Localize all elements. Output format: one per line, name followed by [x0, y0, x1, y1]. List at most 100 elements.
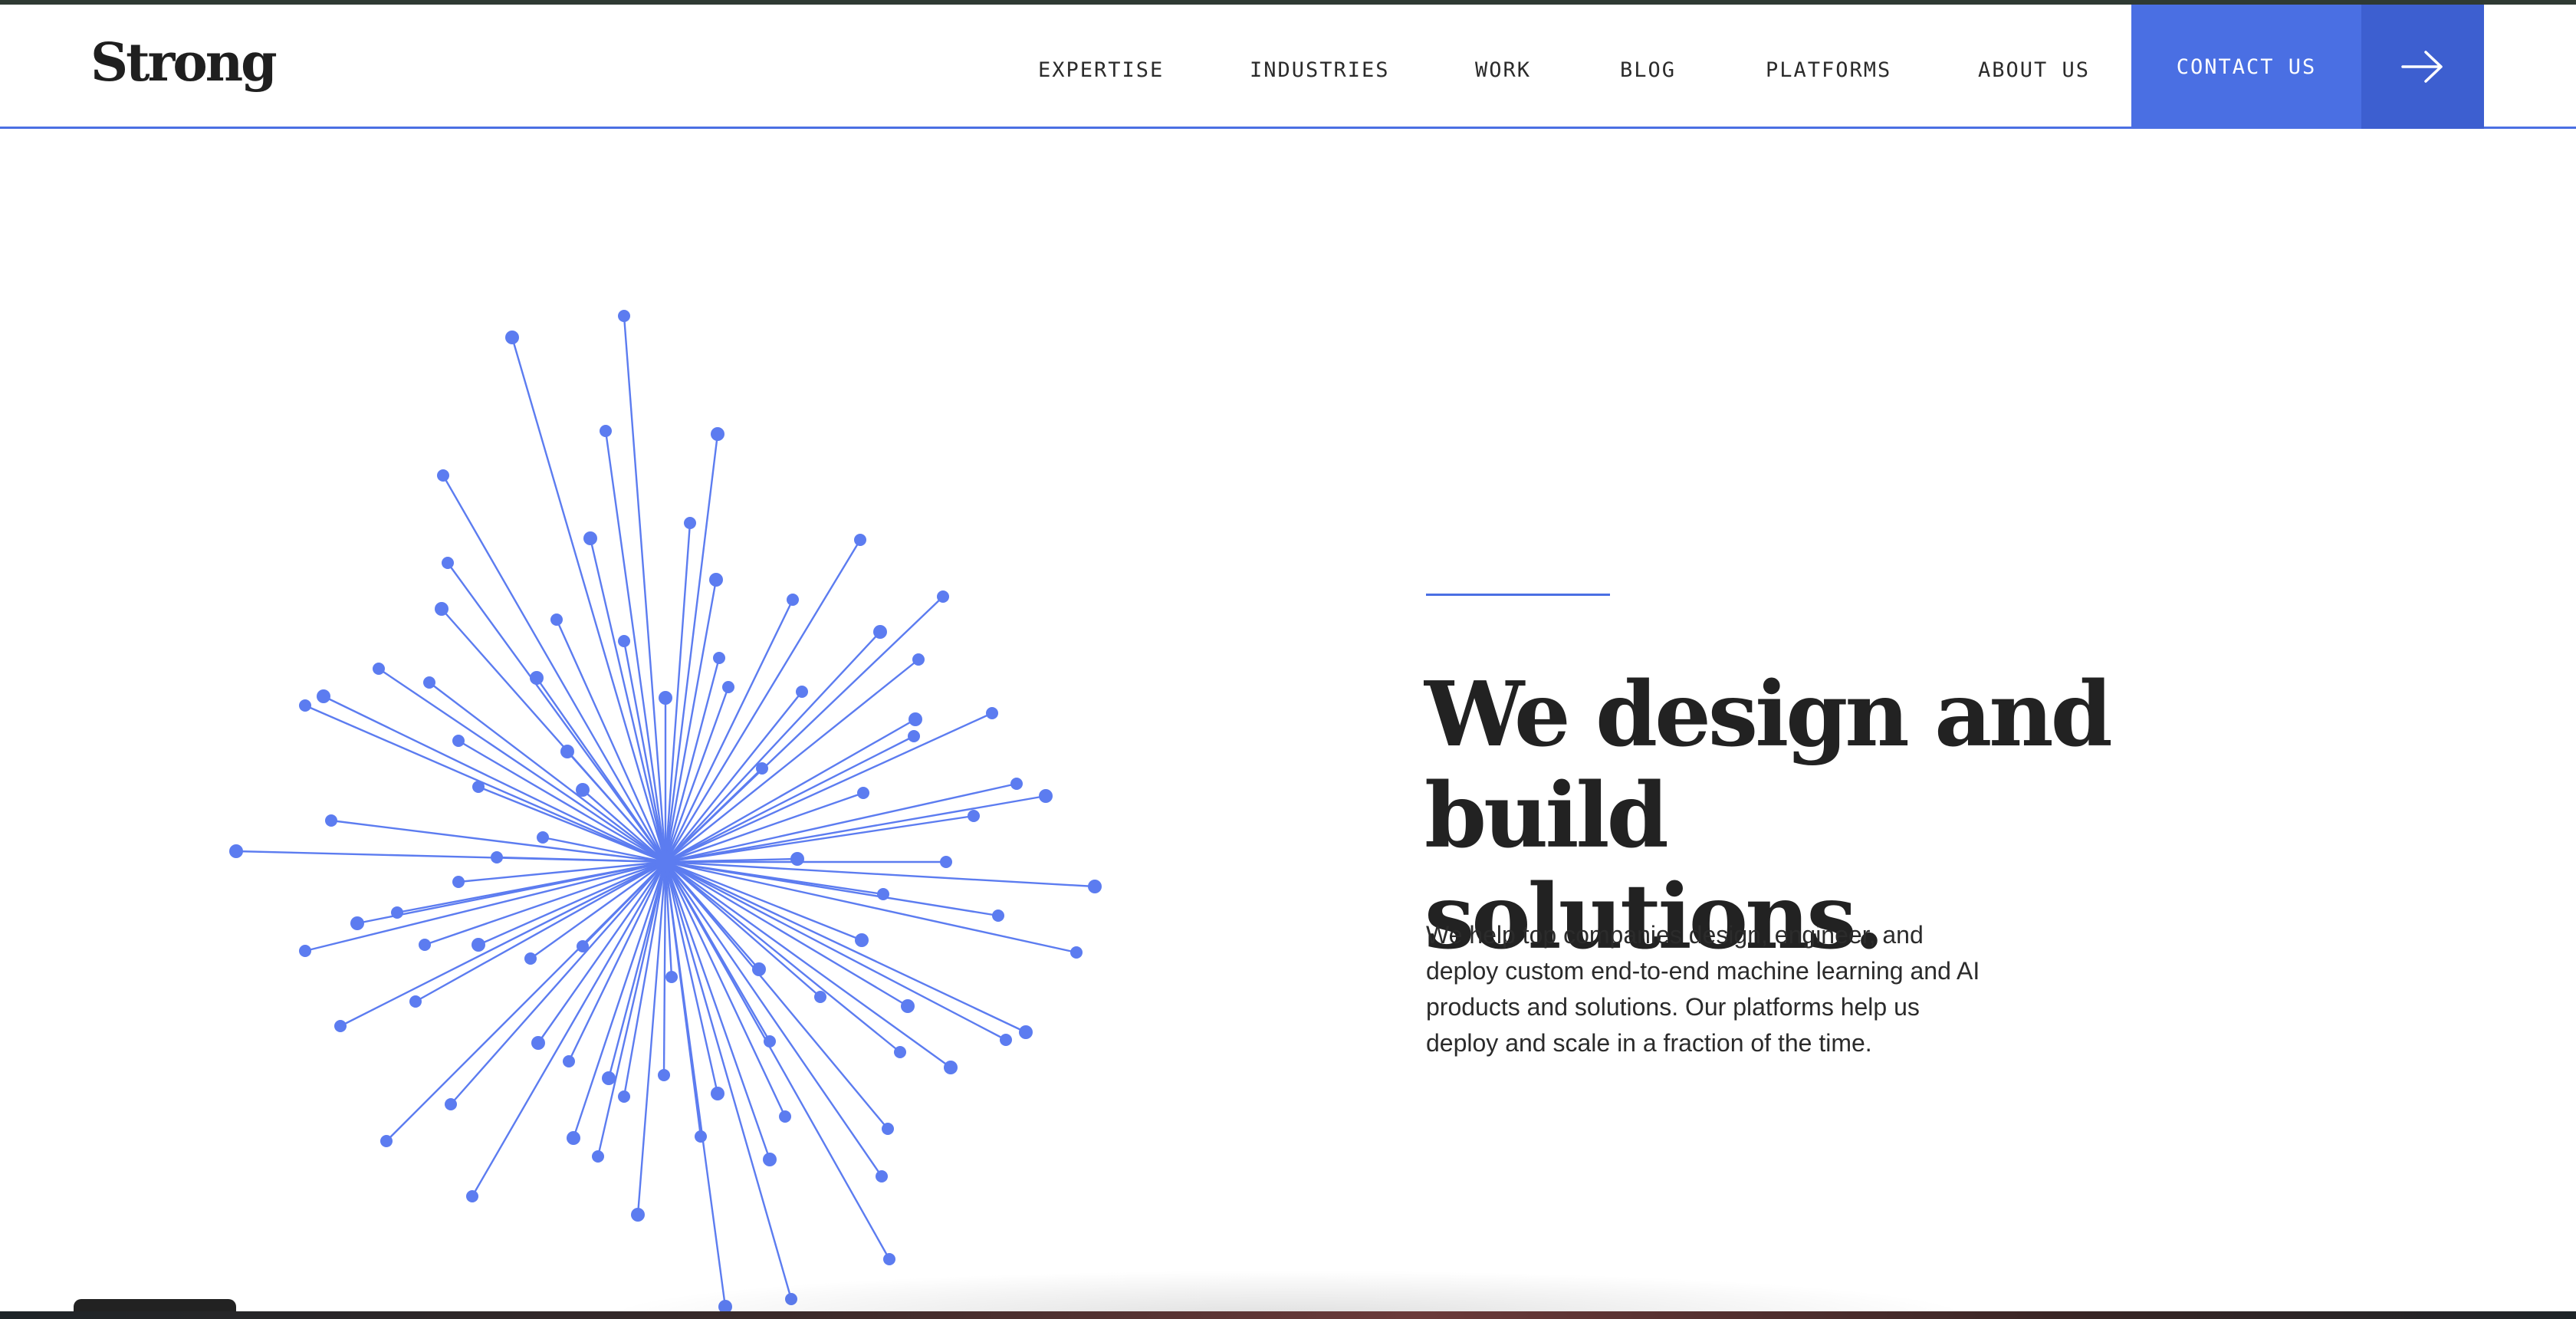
- burst-node: [229, 844, 243, 858]
- burst-node: [857, 787, 869, 799]
- burst-line: [665, 791, 864, 863]
- burst-line: [665, 712, 993, 863]
- burst-line: [665, 860, 1027, 1034]
- burst-node: [854, 534, 866, 546]
- burst-node: [437, 469, 449, 482]
- burst-line: [323, 695, 666, 863]
- burst-node: [577, 940, 589, 952]
- burst-node: [452, 735, 465, 747]
- burst-node: [855, 933, 869, 947]
- burst-node: [567, 1131, 580, 1145]
- burst-node: [472, 781, 485, 793]
- burst-node: [391, 906, 403, 919]
- burst-node: [882, 1123, 894, 1135]
- burst-node: [756, 762, 768, 775]
- burst-node: [763, 1153, 777, 1166]
- burst-node: [299, 699, 311, 712]
- burst-node: [618, 635, 630, 647]
- hero-description: We help top companies design, engineer, …: [1426, 921, 1980, 1057]
- burst-node: [592, 1150, 604, 1163]
- burst-node: [968, 810, 980, 822]
- burst-node: [1010, 778, 1023, 790]
- burst-node: [711, 1087, 724, 1100]
- burst-node: [873, 625, 887, 639]
- burst-node: [665, 971, 678, 983]
- burst-node: [435, 602, 449, 616]
- burst-node: [576, 783, 590, 797]
- burst-node: [505, 331, 519, 344]
- burst-node: [618, 310, 630, 322]
- burst-node: [986, 707, 998, 719]
- burst-node: [709, 573, 723, 587]
- burst-line: [623, 640, 667, 863]
- burst-node: [752, 962, 766, 976]
- burst-node: [560, 745, 574, 758]
- burst-node: [583, 531, 597, 545]
- burst-node: [894, 1046, 906, 1058]
- burst-node: [876, 1170, 888, 1182]
- bottom-shadow: [598, 1270, 1978, 1314]
- burst-node: [299, 945, 311, 957]
- burst-node: [1019, 1025, 1033, 1039]
- burst-node: [1088, 880, 1102, 893]
- burst-line: [511, 337, 667, 863]
- burst-line: [665, 860, 863, 942]
- burst-node: [423, 676, 435, 689]
- burst-node: [317, 689, 330, 703]
- burst-node: [631, 1208, 645, 1222]
- burst-line: [596, 861, 667, 1157]
- burst-line: [447, 562, 666, 863]
- burst-node: [472, 938, 485, 952]
- burst-node: [334, 1020, 347, 1032]
- burst-node: [722, 681, 734, 693]
- burst-line: [530, 861, 666, 959]
- burst-node: [658, 1069, 670, 1081]
- burst-line: [665, 860, 909, 1008]
- burst-line: [665, 659, 919, 863]
- burst-node: [550, 613, 563, 626]
- burst-node: [1039, 789, 1053, 803]
- headline-line-1: We design and: [1424, 663, 2113, 767]
- burst-node: [445, 1098, 457, 1110]
- burst-node: [779, 1110, 791, 1123]
- burst-node: [563, 1055, 575, 1067]
- burst-node: [325, 814, 337, 827]
- burst-line: [442, 475, 667, 863]
- accent-rule: [1426, 594, 1610, 596]
- burst-node: [530, 671, 544, 685]
- burst-node: [602, 1071, 616, 1085]
- burst-node: [531, 1036, 545, 1050]
- burst-node: [912, 653, 925, 666]
- burst-node: [659, 691, 672, 705]
- burst-node: [908, 730, 920, 742]
- burst-node: [713, 652, 725, 664]
- page: Strong EXPERTISE INDUSTRIES WORK BLOG PL…: [0, 5, 2576, 1314]
- burst-line: [664, 433, 719, 863]
- burst-node: [940, 856, 952, 868]
- window-bottom-strip: [0, 1311, 2576, 1319]
- burst-node: [409, 995, 422, 1008]
- network-burst-illustration: [229, 310, 1102, 1314]
- burst-line: [567, 861, 667, 1062]
- burst-node: [524, 952, 537, 965]
- burst-node: [695, 1130, 707, 1143]
- burst-node: [442, 557, 454, 569]
- burst-node: [380, 1135, 393, 1147]
- burst-line: [340, 860, 666, 1028]
- burst-node: [796, 686, 808, 698]
- burst-line: [664, 599, 794, 863]
- burst-node: [944, 1061, 958, 1074]
- burst-node: [684, 517, 696, 529]
- burst-line: [664, 861, 793, 1300]
- burst-node: [491, 851, 503, 863]
- burst-hub: [656, 853, 675, 871]
- burst-node: [790, 852, 804, 866]
- burst-node: [787, 594, 799, 606]
- burst-line: [662, 861, 667, 1076]
- burst-node: [764, 1035, 776, 1048]
- burst-node: [419, 939, 431, 951]
- burst-node: [537, 831, 549, 844]
- burst-line: [664, 861, 891, 1260]
- burst-node: [373, 663, 385, 675]
- burst-node: [992, 909, 1004, 922]
